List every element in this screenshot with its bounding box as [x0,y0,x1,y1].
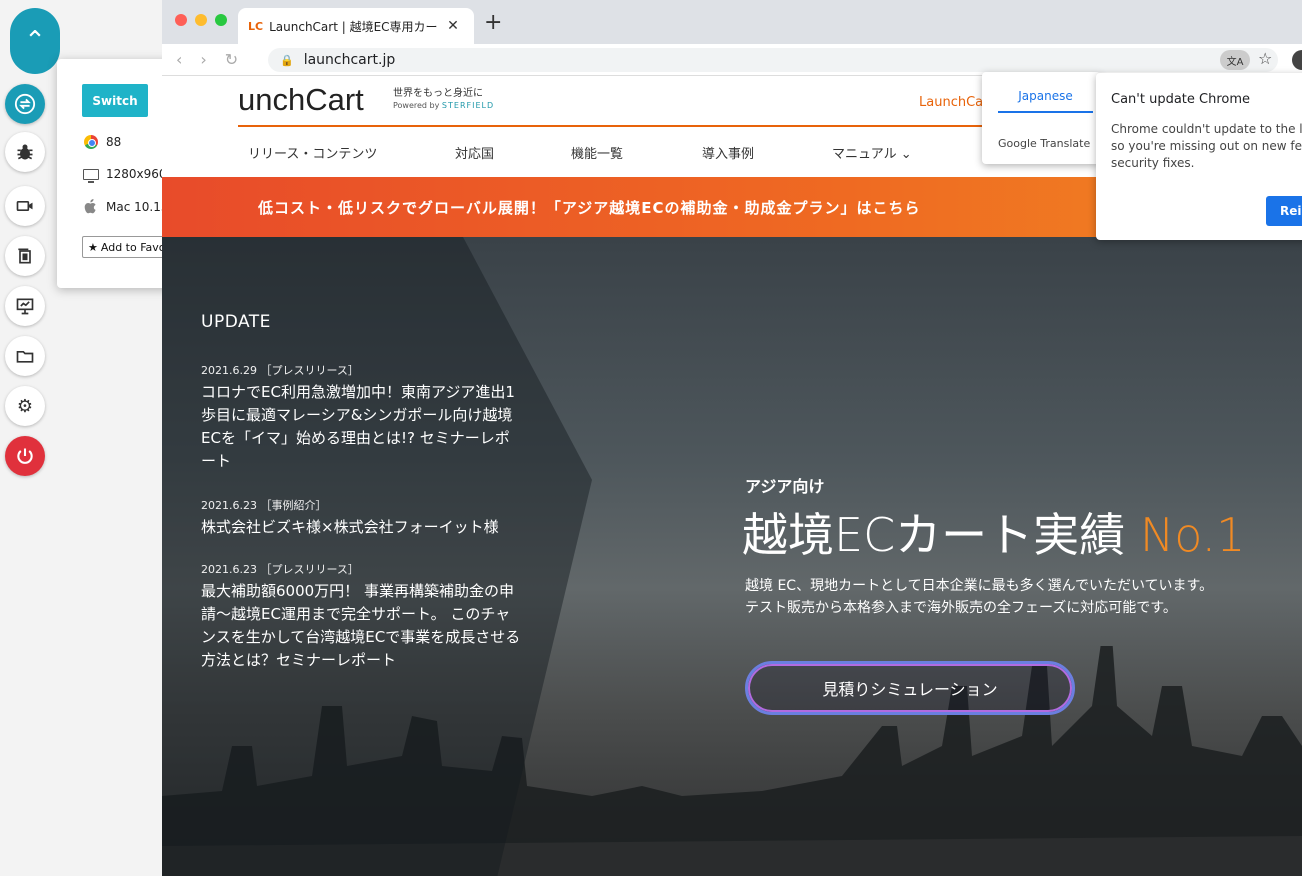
news-text: コロナでEC利用急激増加中！東南アジア進出1歩目に最適マレーシア&シンガポール向… [201,383,515,470]
hero-desc-line: 越境 EC、現地カートとして日本企業に最も多く選んでいただいています。 [745,578,1214,594]
hero-section: UPDATE 2021.6.29 ［プレスリリース］ コロナでEC利用急激増加中… [162,237,1302,876]
language-tab-japanese[interactable]: Japanese [998,89,1093,113]
power-icon [17,448,33,464]
monitor-icon [83,168,99,183]
gear-icon: ⚙ [16,395,34,417]
folder-icon [16,351,34,363]
close-window-icon[interactable] [175,14,187,26]
screenshot-icon [18,248,31,264]
url-input[interactable]: 🔒 launchcart.jp [268,48,1278,72]
hero-title-main: 越境ECカート実績 [742,508,1126,562]
powered-by-label: Powered by [393,101,440,110]
bookmark-star-icon[interactable]: ☆ [1258,49,1272,68]
site-logo[interactable]: unchCart [238,82,364,118]
translate-icon[interactable]: 文A [1220,50,1250,70]
nav-item-cases[interactable]: 導入事例 [702,143,754,162]
estimate-simulation-button[interactable]: 見積りシミュレーション [745,661,1075,715]
address-bar: ‹›↻ 🔒 launchcart.jp 文A ☆ [162,44,1302,76]
settings-button[interactable]: ⚙ [5,386,45,426]
url-text: launchcart.jp [303,52,396,68]
maximize-window-icon[interactable] [215,14,227,26]
close-tab-icon[interactable]: ✕ [447,18,459,34]
collapse-toolbar-button[interactable]: ⌃ [10,8,60,74]
hero-description: 越境 EC、現地カートとして日本企業に最も多く選んでいただいています。 テスト販… [745,575,1213,619]
browser-version-row: 88 [82,134,121,150]
update-popup-title: Can't update Chrome [1111,92,1251,107]
hero-title: 越境ECカート実績 No.1 [742,499,1245,565]
os-version: Mac 10.13 [106,200,169,214]
tab-favicon: LC [248,19,264,33]
presentation-button[interactable] [5,286,45,326]
hero-desc-line: テスト販売から本格参入まで海外販売の全フェーズに対応可能です。 [745,600,1177,616]
apple-icon [82,199,100,215]
hero-title-accent: No.1 [1139,508,1246,562]
tagline-text: 世界をもっと身近に [393,88,483,99]
news-text: 最大補助額6000万円！ 事業再構築補助金の申請〜越境EC運用まで完全サポート。… [201,582,521,669]
chevron-up-icon: ⌃ [24,26,46,56]
promo-text: 低コスト・低リスクでグローバル展開！「アジア越境ECの補助金・助成金プラン」はこ… [258,199,921,217]
update-popup-body: Chrome couldn't update to the la so you'… [1111,122,1302,170]
tab-title: LaunchCart | 越境EC専用カート [269,19,440,34]
switch-icon [14,93,36,115]
news-item[interactable]: 2021.6.29 ［プレスリリース］ コロナでEC利用急激増加中！東南アジア進… [201,362,521,473]
news-tag: ［プレスリリース］ [260,563,359,576]
record-video-button[interactable] [5,186,45,226]
browser-tab[interactable]: LC LaunchCart | 越境EC専用カート ✕ [238,8,474,44]
switch-button[interactable]: Switch [82,84,148,117]
switch-device-button[interactable] [5,84,45,124]
nav-item-features[interactable]: 機能一覧 [571,143,623,162]
new-tab-icon[interactable]: + [484,10,502,35]
news-item[interactable]: 2021.6.23 ［事例紹介］ 株式会社ビズキ様×株式会社フォーイット様 [201,497,521,539]
files-button[interactable] [5,336,45,376]
lock-icon: 🔒 [280,53,294,67]
nav-item-countries[interactable]: 対応国 [455,143,494,162]
news-item[interactable]: 2021.6.23 ［プレスリリース］ 最大補助額6000万円！ 事業再構築補助… [201,561,521,672]
news-text: 株式会社ビズキ様×株式会社フォーイット様 [201,518,499,536]
debug-button[interactable] [5,132,45,172]
star-icon: ★ [88,240,98,254]
nav-arrows-icon[interactable]: ‹›↻ [176,50,256,69]
translate-popup: Japanese Google Translate [982,72,1100,164]
stop-session-button[interactable] [5,436,45,476]
os-row: Mac 10.13 [82,199,168,215]
reinstall-button[interactable]: Rein [1266,196,1302,226]
update-heading: UPDATE [201,312,271,332]
browser-version: 88 [106,135,122,149]
news-tag: ［プレスリリース］ [260,364,359,377]
chrome-icon [84,135,98,149]
update-chrome-popup: Can't update Chrome Chrome couldn't upda… [1096,73,1302,240]
hero-subtitle: アジア向け [745,477,825,496]
minimize-window-icon[interactable] [195,14,207,26]
presentation-icon [16,298,34,315]
nav-item-releases[interactable]: リリース・コンテンツ [248,143,377,162]
browser-window: LC LaunchCart | 越境EC専用カート ✕ + ‹›↻ 🔒 laun… [162,0,1302,876]
news-date: 2021.6.29 [201,364,257,377]
news-tag: ［事例紹介］ [260,499,327,512]
bug-icon [17,144,33,160]
news-date: 2021.6.23 [201,563,257,576]
news-date: 2021.6.23 [201,499,257,512]
video-icon [16,201,33,211]
screenshot-button[interactable] [5,236,45,276]
profile-avatar[interactable] [1292,50,1302,70]
tagline: 世界をもっと身近に Powered by STERFIELD [393,88,494,112]
resolution: 1280x960 [106,167,167,181]
resolution-row: 1280x960 [82,166,167,183]
header-link[interactable]: LaunchCa [919,95,983,110]
nav-item-manual[interactable]: マニュアル ⌄ [832,143,912,162]
powered-by-brand: STERFIELD [441,101,495,110]
google-translate-label: Google Translate [998,137,1091,150]
tab-bar: LC LaunchCart | 越境EC専用カート ✕ + [162,0,1302,44]
